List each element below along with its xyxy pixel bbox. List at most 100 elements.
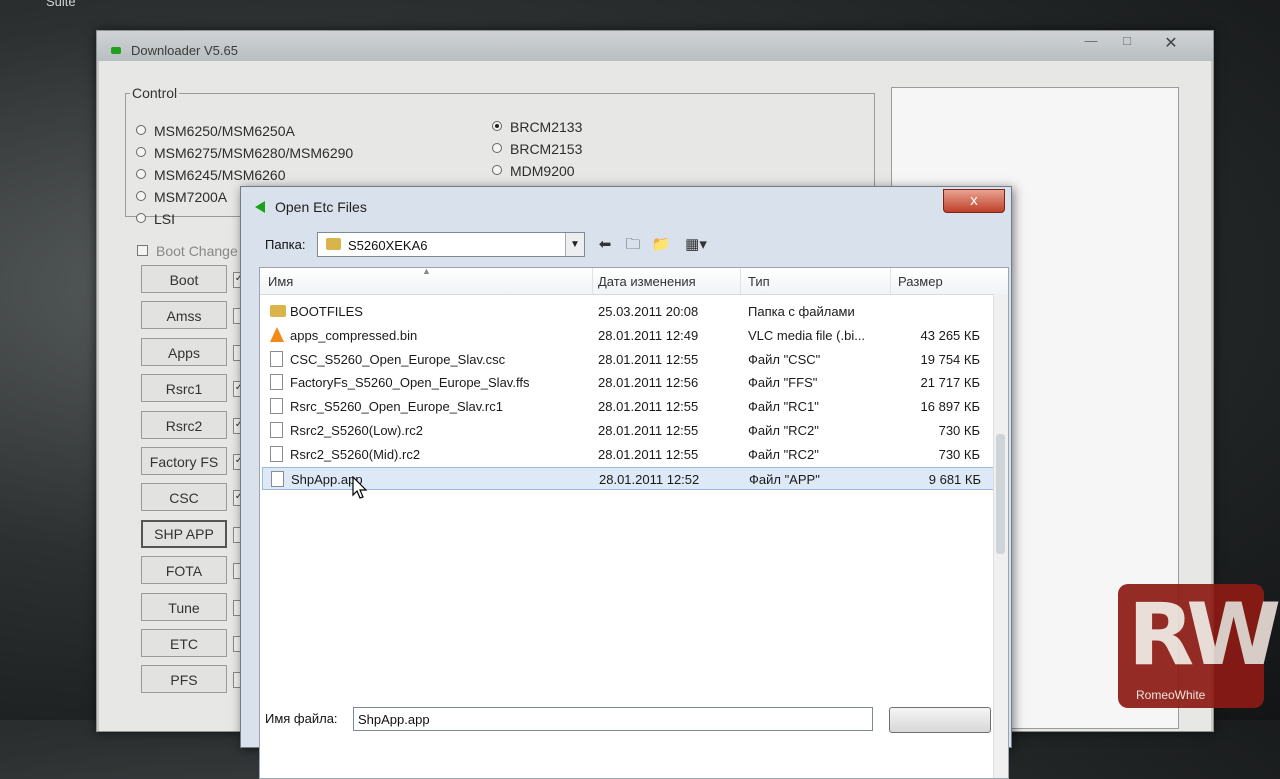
radio-chipset[interactable]: MSM6245/MSM6260 — [136, 167, 286, 183]
radio-chipset[interactable]: MSM6275/MSM6280/MSM6290 — [136, 145, 353, 161]
control-legend: Control — [132, 85, 178, 101]
dialog-title: Open Etc Files — [275, 199, 367, 215]
rsrc1-button[interactable]: Rsrc1 — [141, 374, 227, 402]
close-button[interactable]: ✕ — [1159, 33, 1183, 52]
radio-label: MDM9200 — [510, 163, 575, 179]
app-icon — [111, 47, 121, 54]
column-name[interactable]: Имя — [268, 274, 293, 289]
amss-button[interactable]: Amss — [141, 301, 227, 329]
apps-button[interactable]: Apps — [141, 338, 227, 366]
shp-app-button[interactable]: SHP APP — [141, 520, 227, 548]
file-name: FactoryFs_S5260_Open_Europe_Slav.ffs — [290, 375, 530, 391]
file-list-header: ▲ Имя Дата изменения Тип Размер — [260, 268, 1008, 295]
scrollbar-thumb[interactable] — [996, 434, 1005, 554]
file-row[interactable]: ShpApp.app 28.01.2011 12:52 Файл "APP" 9 68… — [262, 466, 994, 490]
radio-chipset[interactable]: BRCM2153 — [492, 141, 582, 157]
vlc-icon — [270, 326, 284, 342]
csc-button[interactable]: CSC — [141, 483, 227, 511]
watermark-name: RomeoWhite — [1136, 688, 1206, 702]
radio-icon — [136, 169, 146, 179]
file-row[interactable]: FactoryFs_S5260_Open_Europe_Slav.ffs 28.0… — [262, 371, 994, 394]
minimize-button[interactable]: — — [1079, 33, 1103, 49]
file-size: 9 681 КБ — [928, 471, 981, 487]
open-button[interactable] — [889, 707, 991, 733]
radio-icon — [492, 165, 502, 175]
file-type: Файл "RC2" — [748, 423, 819, 438]
chevron-down-icon[interactable]: ▼ — [565, 233, 584, 256]
file-size: 730 КБ — [938, 446, 980, 462]
filename-input[interactable] — [353, 707, 873, 731]
file-date: 28.01.2011 12:55 — [598, 423, 699, 438]
new-folder-icon[interactable]: 📁 — [651, 236, 671, 254]
boot-change-checkbox[interactable]: Boot Change — [137, 243, 238, 259]
file-size: 21 717 КБ — [920, 375, 980, 391]
file-row[interactable]: BOOTFILES 25.03.2011 20:08 Папка с файлами — [262, 300, 994, 323]
column-divider[interactable] — [890, 268, 891, 294]
file-size: 16 897 КБ — [920, 399, 980, 415]
file-type: Файл "APP" — [749, 471, 820, 487]
radio-label: MSM6245/MSM6260 — [154, 167, 286, 183]
desktop-label: Suite — [46, 0, 76, 9]
file-row[interactable]: apps_compressed.bin 28.01.2011 12:49 VLC m… — [262, 324, 994, 347]
view-menu-icon[interactable]: ▦▾ — [681, 236, 711, 254]
downloader-titlebar[interactable]: Downloader V5.65 — □ ✕ — [97, 31, 1213, 61]
look-in-dropdown[interactable]: S5260XEKA6 ▼ — [317, 232, 585, 257]
file-icon — [270, 398, 283, 415]
mouse-cursor-icon — [352, 476, 368, 499]
folder-icon — [270, 305, 286, 317]
list-scrollbar[interactable] — [993, 294, 1008, 778]
back-icon[interactable]: ⬅ — [595, 236, 615, 254]
file-row[interactable]: Rsrc_S5260_Open_Europe_Slav.rc1 28.01.201… — [262, 395, 994, 418]
file-size: 730 КБ — [938, 423, 980, 438]
radio-chipset-selected[interactable]: BRCM2133 — [492, 119, 582, 135]
radio-icon — [136, 147, 146, 157]
folder-icon — [326, 238, 341, 250]
tune-button[interactable]: Tune — [141, 593, 227, 621]
radio-label: MSM7200A — [154, 189, 228, 205]
maximize-button[interactable]: □ — [1115, 33, 1139, 49]
rsrc2-button[interactable]: Rsrc2 — [141, 411, 227, 439]
column-type[interactable]: Тип — [748, 274, 770, 289]
etc-button[interactable]: ETC — [141, 629, 227, 657]
file-type: Папка с файлами — [748, 304, 855, 319]
fota-button[interactable]: FOTA — [141, 556, 227, 584]
column-divider[interactable] — [592, 268, 593, 294]
sort-caret-icon: ▲ — [422, 267, 431, 276]
radio-chipset[interactable]: MDM9200 — [492, 163, 575, 179]
file-type: VLC media file (.bi... — [748, 327, 866, 343]
dialog-close-button[interactable]: x — [943, 189, 1005, 213]
file-row[interactable]: CSC_S5260_Open_Europe_Slav.csc 28.01.2011… — [262, 348, 994, 371]
watermark-logo: RW RomeoWhite — [1118, 584, 1280, 708]
watermark-logo-text: RW — [1128, 585, 1280, 685]
file-row[interactable]: Rsrc2_S5260(Mid).rc2 28.01.2011 12:55 Файл… — [262, 443, 994, 466]
file-type: Файл "RC2" — [748, 446, 819, 462]
radio-label: BRCM2133 — [510, 119, 583, 135]
radio-icon — [136, 213, 146, 223]
file-name: Rsrc2_S5260(Mid).rc2 — [290, 446, 421, 462]
column-divider[interactable] — [740, 268, 741, 294]
column-date[interactable]: Дата изменения — [598, 274, 696, 289]
up-folder-icon[interactable]: 🗀 — [623, 236, 643, 254]
radio-chipset[interactable]: MSM7200A — [136, 189, 227, 205]
file-date: 28.01.2011 12:55 — [598, 399, 699, 415]
boot-change-label: Boot Change — [156, 243, 238, 259]
file-size: 43 265 КБ — [920, 327, 980, 343]
radio-label: MSM6250/MSM6250A — [154, 123, 295, 139]
radio-chipset[interactable]: MSM6250/MSM6250A — [136, 123, 295, 139]
radio-label: LSI — [154, 211, 176, 227]
file-date: 28.01.2011 12:52 — [599, 471, 700, 487]
column-size[interactable]: Размер — [898, 274, 943, 289]
file-row[interactable]: Rsrc2_S5260(Low).rc2 28.01.2011 12:55 Файл… — [262, 419, 994, 442]
file-list[interactable]: ▲ Имя Дата изменения Тип Размер BOOTFILE… — [259, 267, 1009, 779]
downloader-title: Downloader V5.65 — [131, 43, 238, 58]
boot-button[interactable]: Boot — [141, 265, 227, 293]
radio-icon — [136, 191, 146, 201]
radio-selected-icon — [492, 121, 502, 131]
back-arrow-icon — [255, 201, 265, 213]
factory-fs-button[interactable]: Factory FS — [141, 447, 227, 475]
radio-chipset[interactable]: LSI — [136, 211, 175, 227]
pfs-button[interactable]: PFS — [141, 665, 227, 693]
file-name: BOOTFILES — [290, 304, 363, 319]
radio-label: MSM6275/MSM6280/MSM6290 — [154, 145, 354, 161]
look-in-label: Папка: — [265, 237, 306, 252]
